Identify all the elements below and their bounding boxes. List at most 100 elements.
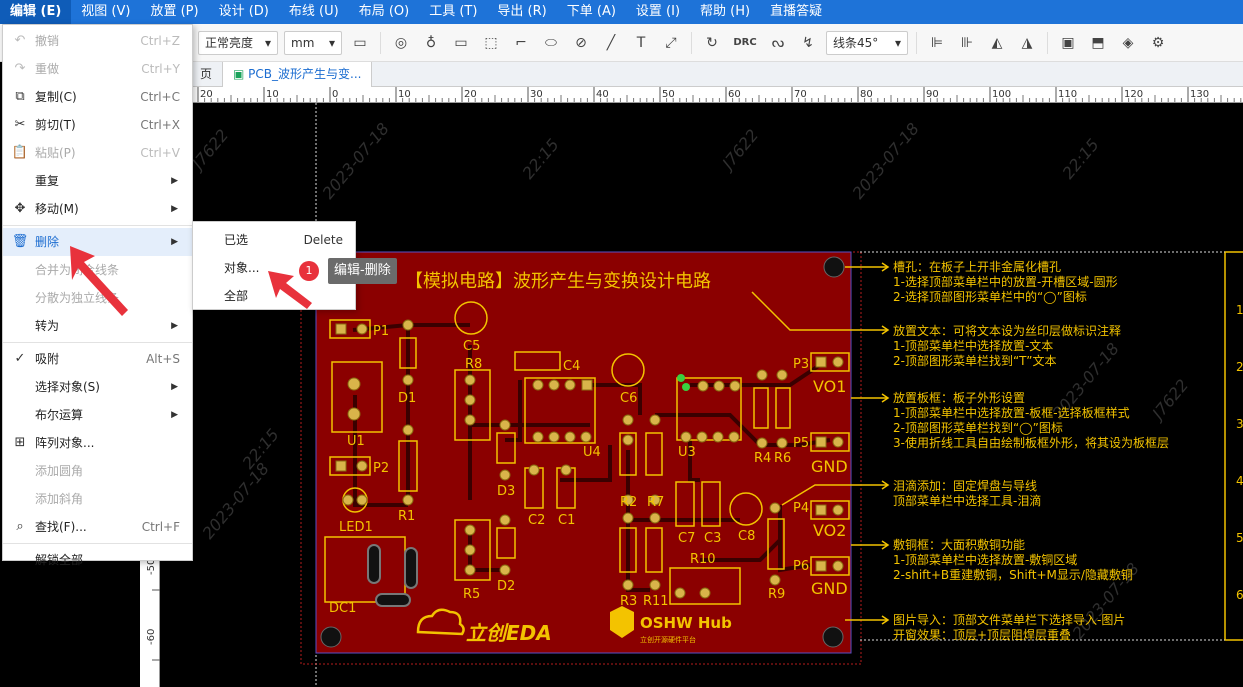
annotation-note: 泪滴添加：固定焊盘与导线 <box>893 478 1037 493</box>
delete-object-label: 对象... <box>224 261 260 275</box>
undo-icon: ↶ <box>14 33 26 48</box>
trash-icon: 🗑 <box>11 234 29 249</box>
silk-label: C6 <box>620 391 637 406</box>
delete-selected-item[interactable]: 已选 Delete <box>193 226 355 254</box>
rotate-icon[interactable]: ↻ <box>700 31 724 55</box>
routing-mode-select[interactable]: 线条45° ▾ <box>826 30 908 55</box>
annotation-note: 放置文本：可将文本设为丝印层做标识注释 <box>893 323 1121 338</box>
delete-all-item[interactable]: 全部 <box>193 282 355 310</box>
silk-label: VO2 <box>813 521 846 540</box>
tab-pcb[interactable]: ▣ PCB_波形产生与变... <box>223 62 373 87</box>
polygon-icon[interactable]: ⌐ <box>509 31 533 55</box>
text-icon[interactable]: T <box>629 31 653 55</box>
side-digit: 5 <box>1236 531 1243 545</box>
menu-11[interactable]: 直播答疑 <box>760 0 832 24</box>
import-image-icon[interactable]: ▣ <box>1056 31 1080 55</box>
shortcut-label: Ctrl+F <box>141 520 180 534</box>
dashed-select-icon[interactable]: ⬚ <box>479 31 503 55</box>
side-digit: 6 <box>1236 588 1243 602</box>
edit-menu-item[interactable]: 🗑 删除 ▶ <box>3 228 192 256</box>
edit-menu-item[interactable]: 选择对象(S) ▶ <box>3 373 192 401</box>
edit-menu-item-label: 吸附 <box>35 352 60 366</box>
edit-menu-item[interactable]: 布尔运算 ▶ <box>3 401 192 429</box>
brightness-select[interactable]: 正常亮度 ▾ <box>198 30 278 55</box>
edit-menu-item[interactable]: ⌕ 查找(F)... Ctrl+F <box>3 513 192 541</box>
ruler-tick-label: 40 <box>596 89 609 100</box>
brightness-value: 正常亮度 <box>205 36 254 50</box>
shortcut-label: Alt+S <box>146 352 180 366</box>
menu-2[interactable]: 放置 (P) <box>140 0 208 24</box>
edit-menu-item[interactable]: ⧉ 复制(C) Ctrl+C <box>3 83 192 111</box>
line-icon[interactable]: ╱ <box>599 31 623 55</box>
edit-menu-item[interactable]: 转为 ▶ <box>3 312 192 340</box>
photo-view-icon[interactable]: ⬒ <box>1086 31 1110 55</box>
edit-menu-item[interactable]: ✓ 吸附 Alt+S <box>3 345 192 373</box>
edit-menu-item-label: 剪切(T) <box>35 118 76 132</box>
menu-3[interactable]: 设计 (D) <box>209 0 279 24</box>
drc-button[interactable]: DRC <box>730 31 760 55</box>
watermark-date: 2023-07-18 <box>849 119 923 202</box>
ellipse-icon[interactable]: ⬭ <box>539 31 563 55</box>
distribute-icon[interactable]: ⊪ <box>955 31 979 55</box>
menu-10[interactable]: 帮助 (H) <box>690 0 760 24</box>
lceda-logo-text: 立创EDA <box>466 621 552 645</box>
ruler-tick-label: 100 <box>992 89 1011 100</box>
align-icon[interactable]: ⊫ <box>925 31 949 55</box>
menu-7[interactable]: 导出 (R) <box>487 0 556 24</box>
layer-icon[interactable]: ▭ <box>348 31 372 55</box>
right-digits: 1 2 3 4 5 6 <box>1236 303 1243 602</box>
chevron-right-icon: ▶ <box>171 204 178 214</box>
measure-icon[interactable]: ⤢ <box>659 31 683 55</box>
paste-icon: 📋 <box>11 145 29 160</box>
tab-pcb-label: PCB_波形产生与变... <box>248 67 362 81</box>
menu-0[interactable]: 编辑 (E) <box>0 0 72 24</box>
no-icon[interactable]: ⊘ <box>569 31 593 55</box>
menu-1[interactable]: 视图 (V) <box>71 0 140 24</box>
toolbar-divider <box>380 31 381 54</box>
unit-select[interactable]: mm ▾ <box>284 30 342 55</box>
edit-menu-item[interactable]: ✂ 剪切(T) Ctrl+X <box>3 111 192 139</box>
ruler-tick-label: 20 <box>464 89 477 100</box>
annotation-note: 1-选择顶部菜单栏中的放置-开槽区域-圆形 <box>893 274 1118 289</box>
menu-9[interactable]: 设置 (I) <box>626 0 690 24</box>
annotation-note: 2-顶部图形菜单栏找到“◯”图标 <box>893 420 1063 435</box>
silk-label: R2 <box>620 495 637 510</box>
tab-home[interactable]: 页 <box>190 62 224 87</box>
silk-label: C8 <box>738 529 755 544</box>
edit-menu-item[interactable]: ✥ 移动(M) ▶ <box>3 195 192 223</box>
silk-label: R11 <box>643 594 669 609</box>
pcb-canvas[interactable]: 2023-07-18 2023-07-18 2023-07-18 2023-07… <box>160 103 1243 687</box>
ruler-tick-label: 70 <box>794 89 807 100</box>
edit-menu-item[interactable]: 解锁全部 <box>3 546 192 574</box>
flip-h-icon[interactable]: ◭ <box>985 31 1009 55</box>
single-route-icon[interactable]: ↯ <box>796 31 820 55</box>
rect-select-icon[interactable]: ▭ <box>449 31 473 55</box>
ruler-tick-label: 30 <box>530 89 543 100</box>
flip-v-icon[interactable]: ◮ <box>1015 31 1039 55</box>
edit-menu-item[interactable]: 重复 ▶ <box>3 167 192 195</box>
edit-menu-item-label: 撤销 <box>35 34 60 48</box>
edit-menu-item[interactable]: ⊞ 阵列对象... <box>3 429 192 457</box>
silk-label: P6 <box>793 559 809 574</box>
menu-6[interactable]: 工具 (T) <box>419 0 487 24</box>
annotation-note: 槽孔：在板子上开非金属化槽孔 <box>893 259 1061 274</box>
3d-view-icon[interactable]: ◈ <box>1116 31 1140 55</box>
oshw-logo-text: OSHW Hub <box>640 614 732 632</box>
silk-label: P2 <box>373 461 389 476</box>
ruler-tick-label: 20 <box>200 89 213 100</box>
gear-icon[interactable]: ⚙ <box>1146 31 1170 55</box>
silk-label: R5 <box>463 587 480 602</box>
menu-5[interactable]: 布局 (O) <box>349 0 420 24</box>
edit-menu-item-label: 选择对象(S) <box>35 380 100 394</box>
menu-8[interactable]: 下单 (A) <box>557 0 626 24</box>
watermark-date: 2023-07-18 <box>199 459 273 542</box>
edit-menu-item: 📋 粘贴(P) Ctrl+V <box>3 139 192 167</box>
menu-4[interactable]: 布线 (U) <box>279 0 349 24</box>
route-icon[interactable]: ᔓ <box>766 31 790 55</box>
pin-icon[interactable]: ♁ <box>419 31 443 55</box>
chevron-right-icon: ▶ <box>171 321 178 331</box>
redo-icon: ↷ <box>14 61 26 76</box>
pcb-drawing[interactable]: 2023-07-18 2023-07-18 2023-07-18 2023-07… <box>160 103 1243 687</box>
silk-label: P1 <box>373 324 389 339</box>
via-icon[interactable]: ◎ <box>389 31 413 55</box>
